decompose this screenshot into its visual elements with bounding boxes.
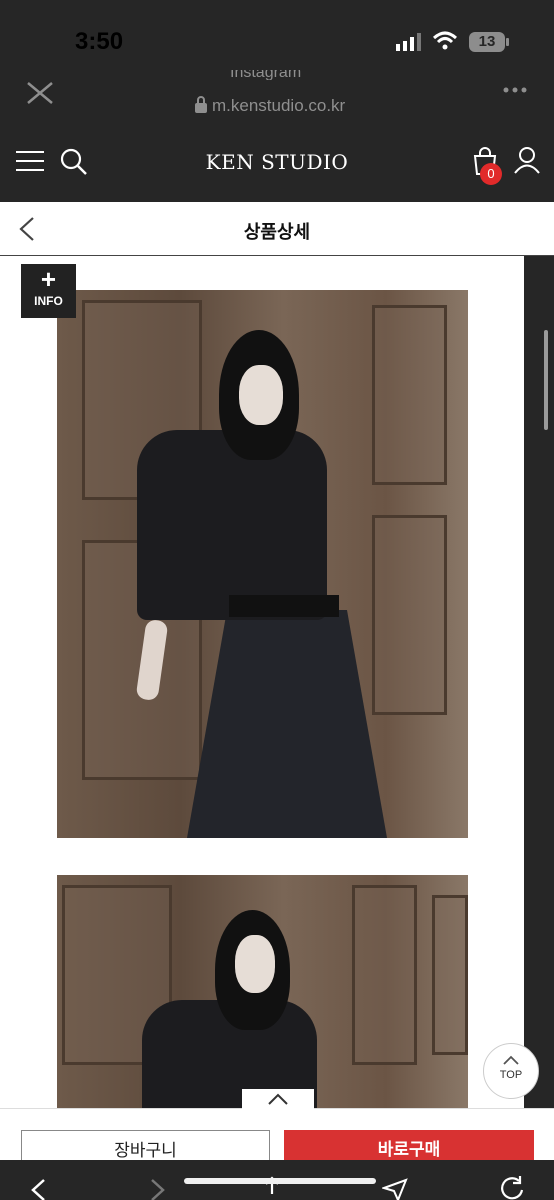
- url-text[interactable]: m.kenstudio.co.kr: [212, 96, 345, 116]
- send-icon[interactable]: [382, 1178, 408, 1200]
- info-label: INFO: [34, 294, 63, 308]
- scroll-top-button[interactable]: TOP: [483, 1043, 539, 1099]
- wifi-icon: [432, 31, 458, 50]
- battery-cap: [506, 38, 509, 46]
- forward-icon[interactable]: [148, 1178, 168, 1200]
- chevron-up-icon: [268, 1093, 288, 1105]
- refresh-icon[interactable]: [498, 1176, 528, 1200]
- back-icon[interactable]: [28, 1178, 48, 1200]
- lock-icon: [195, 96, 207, 113]
- info-button[interactable]: + INFO: [21, 264, 76, 318]
- collapse-tab[interactable]: [242, 1089, 314, 1111]
- signal-icon: [396, 33, 421, 51]
- home-indicator: [184, 1178, 376, 1184]
- more-icon[interactable]: [502, 86, 528, 94]
- scrollbar[interactable]: [544, 330, 548, 430]
- status-time: 3:50: [75, 28, 124, 55]
- brand-logo[interactable]: KEN STUDIO: [0, 150, 554, 174]
- product-photo-1: [57, 290, 468, 838]
- site-title: Instagram: [230, 70, 302, 80]
- chevron-up-icon: [503, 1055, 519, 1065]
- top-label: TOP: [499, 1069, 523, 1081]
- page-title: 상품상세: [243, 222, 311, 242]
- product-photo-2: [57, 875, 468, 1108]
- plus-icon: +: [40, 264, 57, 294]
- battery-indicator: 13: [469, 32, 505, 52]
- user-icon[interactable]: [514, 146, 540, 174]
- cart-count-badge: 0: [480, 163, 502, 185]
- close-icon[interactable]: [25, 80, 55, 106]
